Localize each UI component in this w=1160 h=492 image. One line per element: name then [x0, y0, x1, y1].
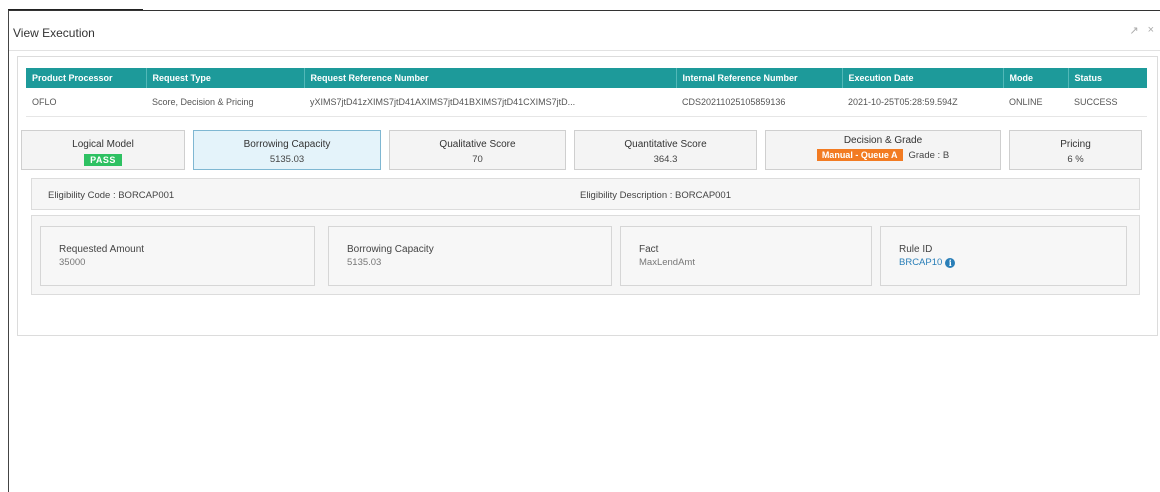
execution-table: Product Processor Request Type Request R… — [26, 68, 1147, 117]
column-header: Request Reference Number — [304, 68, 677, 88]
fact-label: Fact — [639, 244, 659, 255]
window-titlebar: View Execution ↗ × — [9, 11, 1160, 51]
eligibility-description: Eligibility Description : BORCAP001 — [580, 190, 732, 201]
logical-model-card[interactable]: Logical Model PASS — [21, 130, 185, 170]
rule-id-value[interactable]: BRCAP10 — [899, 257, 942, 268]
pricing-label: Pricing — [1060, 139, 1091, 150]
eligibility-bar: Eligibility Code : BORCAP001 Eligibility… — [31, 178, 1140, 210]
summary-cards: Logical Model PASS Borrowing Capacity 51… — [21, 130, 1142, 170]
window-title: View Execution — [13, 26, 95, 40]
cell-execution-date: 2021-10-25T05:28:59.594Z — [842, 88, 1003, 117]
requested-amount-card: Requested Amount 35000 — [40, 226, 315, 286]
pricing-value: 6 % — [1067, 154, 1084, 165]
grade-value: Grade : B — [908, 150, 950, 161]
manual-queue-badge: Manual - Queue A — [816, 149, 903, 161]
table-row[interactable]: OFLO Score, Decision & Pricing yXIMS7jtD… — [26, 88, 1147, 117]
cell-status: SUCCESS — [1068, 88, 1147, 117]
info-icon[interactable]: i — [945, 258, 956, 268]
cell-request-type: Score, Decision & Pricing — [146, 88, 304, 117]
qualitative-score-label: Qualitative Score — [439, 139, 516, 150]
column-header: Internal Reference Number — [676, 68, 843, 88]
decision-grade-row: Manual - Queue A Grade : B — [766, 149, 1000, 161]
quantitative-score-label: Quantitative Score — [624, 139, 707, 150]
cell-request-reference: yXIMS7jtD41zXIMS7jtD41AXIMS7jtD41BXIMS7j… — [304, 88, 676, 117]
close-icon[interactable]: × — [1148, 24, 1154, 37]
cell-mode: ONLINE — [1003, 88, 1068, 117]
fact-value: MaxLendAmt — [639, 257, 695, 268]
column-header: Mode — [1003, 68, 1069, 88]
qualitative-score-card[interactable]: Qualitative Score 70 — [389, 130, 566, 170]
window-controls: ↗ × — [1129, 24, 1154, 37]
requested-amount-label: Requested Amount — [59, 244, 145, 255]
rule-id-card: Rule ID BRCAP10 i — [880, 226, 1127, 286]
cell-internal-reference: CDS20211025105859136 — [676, 88, 842, 117]
expand-icon[interactable]: ↗ — [1129, 24, 1138, 37]
pricing-card[interactable]: Pricing 6 % — [1009, 130, 1142, 170]
column-header: Request Type — [146, 68, 305, 88]
borrowing-capacity-value: 5135.03 — [269, 154, 305, 165]
borrowing-capacity-detail-value: 5135.03 — [347, 257, 382, 268]
borrowing-capacity-label: Borrowing Capacity — [243, 139, 331, 150]
pass-badge: PASS — [84, 154, 122, 166]
requested-amount-value: 35000 — [59, 257, 86, 268]
cell-product-processor: OFLO — [26, 88, 146, 117]
quantitative-score-card[interactable]: Quantitative Score 364.3 — [574, 130, 757, 170]
column-header: Status — [1068, 68, 1147, 88]
decision-grade-card[interactable]: Decision & Grade Manual - Queue A Grade :… — [765, 130, 1001, 170]
borrowing-capacity-card[interactable]: Borrowing Capacity 5135.03 — [193, 130, 381, 170]
rule-details-panel: Requested Amount 35000 Borrowing Capacit… — [31, 215, 1140, 295]
quantitative-score-value: 364.3 — [653, 154, 678, 165]
column-header: Product Processor — [26, 68, 147, 88]
borrowing-capacity-detail-card: Borrowing Capacity 5135.03 — [328, 226, 612, 286]
fact-card: Fact MaxLendAmt — [620, 226, 872, 286]
table-header-row: Product Processor Request Type Request R… — [26, 68, 1147, 88]
decision-grade-label: Decision & Grade — [843, 135, 923, 146]
qualitative-score-value: 70 — [472, 154, 483, 165]
column-header: Execution Date — [842, 68, 1004, 88]
logical-model-label: Logical Model — [72, 139, 134, 150]
rule-id-link[interactable]: BRCAP10 i — [899, 257, 956, 268]
eligibility-code: Eligibility Code : BORCAP001 — [48, 190, 175, 201]
rule-id-label: Rule ID — [899, 244, 933, 255]
borrowing-capacity-detail-label: Borrowing Capacity — [347, 244, 434, 255]
